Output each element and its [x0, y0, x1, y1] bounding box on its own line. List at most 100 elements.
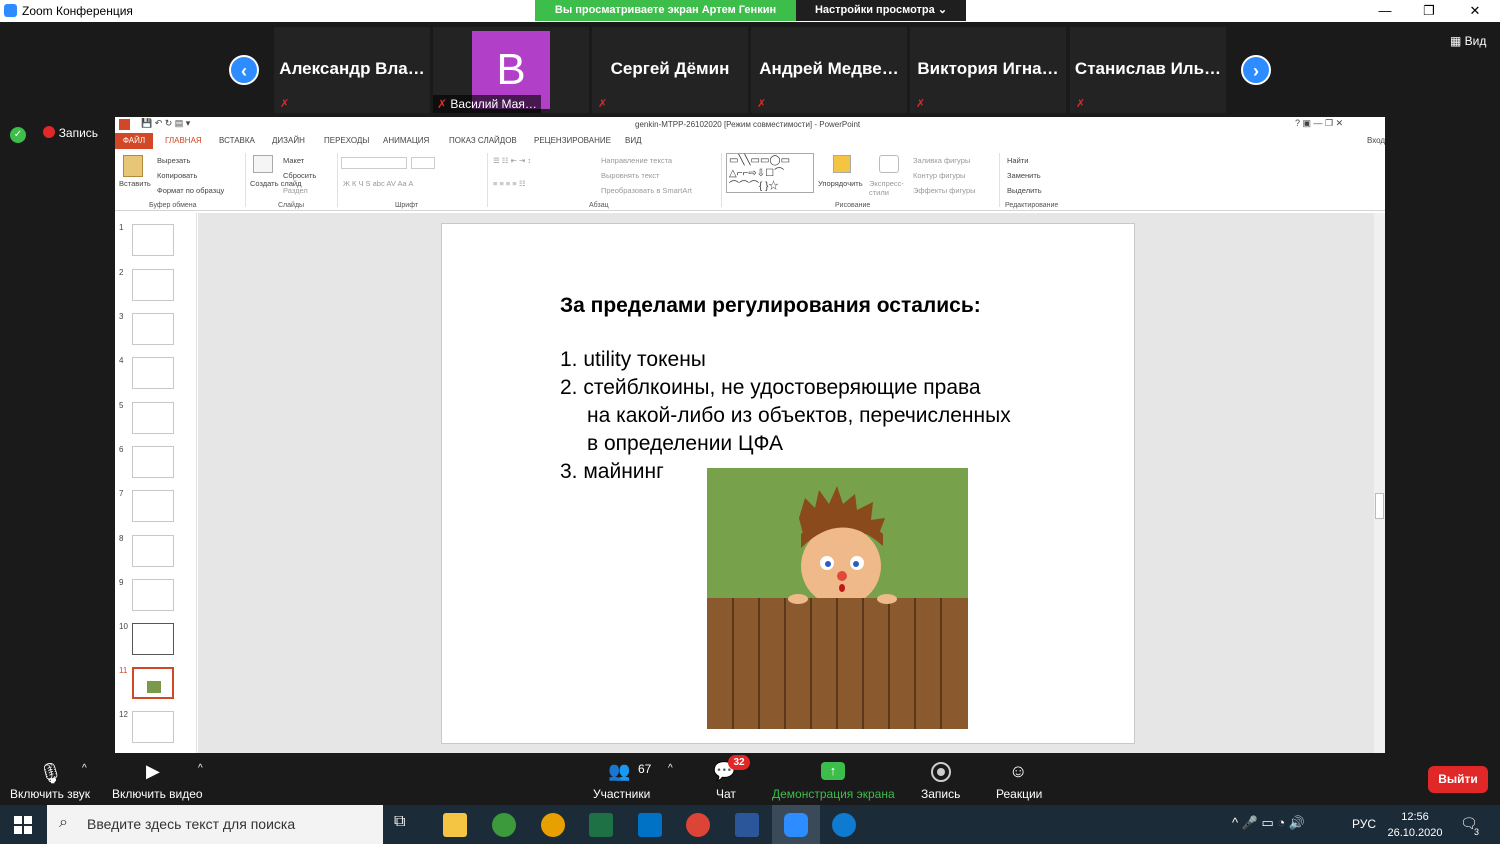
shape-outline-button[interactable]: Контур фигуры: [913, 171, 965, 180]
excel-icon[interactable]: [589, 813, 613, 837]
tab-animations[interactable]: АНИМАЦИЯ: [383, 136, 429, 145]
1c-icon[interactable]: [541, 813, 565, 837]
slide-thumbnail[interactable]: [132, 402, 174, 434]
tab-slideshow[interactable]: ПОКАЗ СЛАЙДОВ: [449, 136, 517, 145]
view-button[interactable]: ▦ Вид: [1450, 34, 1486, 48]
tab-design[interactable]: ДИЗАЙН: [272, 136, 305, 145]
slide-thumbnail[interactable]: [132, 446, 174, 478]
tab-review[interactable]: РЕЦЕНЗИРОВАНИЕ: [534, 136, 611, 145]
arrange-icon[interactable]: [833, 155, 851, 173]
leave-button[interactable]: Выйти: [1428, 766, 1488, 793]
layout-button[interactable]: Макет: [283, 156, 304, 165]
slide-thumbnail[interactable]: [132, 490, 174, 522]
muted-mic-icon[interactable]: 🎙: [38, 761, 64, 785]
slide-thumbnail[interactable]: [132, 711, 174, 743]
tray-icons[interactable]: ^ 🎤 ▭ ◔ 🔊: [1232, 815, 1305, 831]
chevron-up-icon[interactable]: ^: [668, 763, 673, 774]
chevron-up-icon[interactable]: ^: [82, 763, 87, 774]
participants-button[interactable]: Участники: [593, 787, 650, 801]
align-buttons[interactable]: ≡ ≡ ≡ ≡ ☷: [493, 179, 526, 188]
zoom-taskbar-button[interactable]: [772, 805, 820, 844]
start-video-button[interactable]: Включить видео: [112, 787, 203, 801]
slide-thumbnail[interactable]: [132, 313, 174, 345]
reactions-button[interactable]: Реакции: [996, 787, 1042, 801]
share-screen-icon[interactable]: ↑: [821, 762, 845, 780]
scrollbar-thumb[interactable]: [1375, 493, 1384, 519]
file-explorer-icon[interactable]: [443, 813, 467, 837]
unmute-button[interactable]: Включить звук: [10, 787, 90, 801]
smartart-button[interactable]: Преобразовать в SmartArt: [601, 186, 692, 195]
quick-styles-icon[interactable]: [879, 155, 899, 173]
share-screen-button[interactable]: Демонстрация экрана: [772, 787, 895, 801]
word-icon[interactable]: [735, 813, 759, 837]
arrange-button[interactable]: Упорядочить: [818, 179, 863, 188]
quick-access-icons[interactable]: 💾 ↶ ↻ ▤ ▾: [141, 118, 190, 129]
font-name-select[interactable]: [341, 157, 407, 169]
shapes-gallery[interactable]: ▭╲╲▭▭◯▭ △⌐⌐⇨⇩☐⌒ ⌒⌒⌒{ }☆: [726, 153, 814, 193]
participant-tile[interactable]: Станислав Иль… ✗: [1070, 27, 1226, 113]
reset-button[interactable]: Сбросить: [283, 171, 316, 180]
browser-icon[interactable]: [492, 813, 516, 837]
participant-tile[interactable]: В ✗ Василий Мая…: [433, 27, 589, 113]
close-icon[interactable]: ✕: [1452, 0, 1498, 22]
align-text-button[interactable]: Выровнять текст: [601, 171, 659, 180]
minimize-icon[interactable]: —: [1362, 0, 1408, 22]
slide-thumbnail[interactable]: [132, 623, 174, 655]
tab-insert[interactable]: ВСТАВКА: [219, 136, 255, 145]
replace-button[interactable]: Заменить: [1007, 171, 1041, 180]
prev-page-button[interactable]: ‹: [229, 55, 259, 85]
video-off-icon[interactable]: ▶: [146, 761, 172, 783]
slide-thumbnail[interactable]: [132, 579, 174, 611]
record-icon[interactable]: [931, 762, 951, 782]
shape-fill-button[interactable]: Заливка фигуры: [913, 156, 970, 165]
boy-behind-fence-picture[interactable]: [707, 468, 968, 729]
chevron-up-icon[interactable]: ^: [198, 763, 203, 774]
participant-tile[interactable]: Виктория Игна… ✗: [910, 27, 1066, 113]
slide-thumbnail[interactable]: [132, 357, 174, 389]
chat-button[interactable]: Чат: [716, 787, 736, 801]
participants-icon[interactable]: 👥: [608, 761, 634, 783]
edge-icon[interactable]: [832, 813, 856, 837]
language-indicator[interactable]: РУС: [1352, 817, 1376, 831]
current-slide[interactable]: За пределами регулирования остались: 1. …: [441, 223, 1135, 744]
view-options-button[interactable]: Настройки просмотра ⌄: [796, 0, 966, 21]
find-button[interactable]: Найти: [1007, 156, 1028, 165]
login-link[interactable]: Вход: [1367, 136, 1385, 145]
participant-tile[interactable]: Александр Вла… ✗: [274, 27, 430, 113]
shape-effects-button[interactable]: Эффекты фигуры: [913, 186, 976, 195]
slide-thumbnail[interactable]: [132, 535, 174, 567]
maximize-icon[interactable]: ❐: [1406, 0, 1452, 22]
format-painter-button[interactable]: Формат по образцу: [157, 186, 224, 195]
paste-button[interactable]: Вставить: [119, 179, 151, 188]
slide-thumbnail[interactable]: [132, 269, 174, 301]
vertical-scrollbar[interactable]: [1374, 213, 1385, 753]
cut-button[interactable]: Вырезать: [157, 156, 190, 165]
chrome-icon[interactable]: [686, 813, 710, 837]
quick-styles-button[interactable]: Экспресс-стили: [869, 179, 907, 197]
windows-start-icon[interactable]: [14, 816, 32, 834]
list-buttons[interactable]: ☰ ☷ ⇤ ⇥ ↕: [493, 156, 531, 165]
clock[interactable]: 12:56 26.10.2020: [1385, 809, 1445, 841]
text-direction-button[interactable]: Направление текста: [601, 156, 672, 165]
record-button[interactable]: Запись: [921, 787, 960, 801]
copy-button[interactable]: Копировать: [157, 171, 197, 180]
tab-view[interactable]: ВИД: [625, 136, 642, 145]
font-format-buttons[interactable]: Ж К Ч S abc AV Aa A: [343, 179, 413, 188]
ppt-window-controls[interactable]: ? ▣ — ❐ ✕: [1295, 118, 1343, 129]
reactions-icon[interactable]: ☺: [1009, 761, 1035, 783]
next-page-button[interactable]: ›: [1241, 55, 1271, 85]
participant-tile[interactable]: Андрей Медве… ✗: [751, 27, 907, 113]
new-slide-icon[interactable]: [253, 155, 273, 173]
slide-thumbnail[interactable]: [132, 224, 174, 256]
section-button[interactable]: Раздел: [283, 186, 308, 195]
task-view-icon[interactable]: ⧉: [394, 813, 418, 837]
font-size-select[interactable]: [411, 157, 435, 169]
tab-transitions[interactable]: ПЕРЕХОДЫ: [324, 136, 369, 145]
paste-icon[interactable]: [123, 155, 143, 177]
tab-home[interactable]: ГЛАВНАЯ: [165, 136, 202, 145]
slide-thumbnail-selected[interactable]: [132, 667, 174, 699]
tab-file[interactable]: ФАЙЛ: [115, 133, 153, 149]
taskbar-search[interactable]: ⌕ Введите здесь текст для поиска: [47, 805, 383, 844]
outlook-icon[interactable]: [638, 813, 662, 837]
select-button[interactable]: Выделить: [1007, 186, 1042, 195]
